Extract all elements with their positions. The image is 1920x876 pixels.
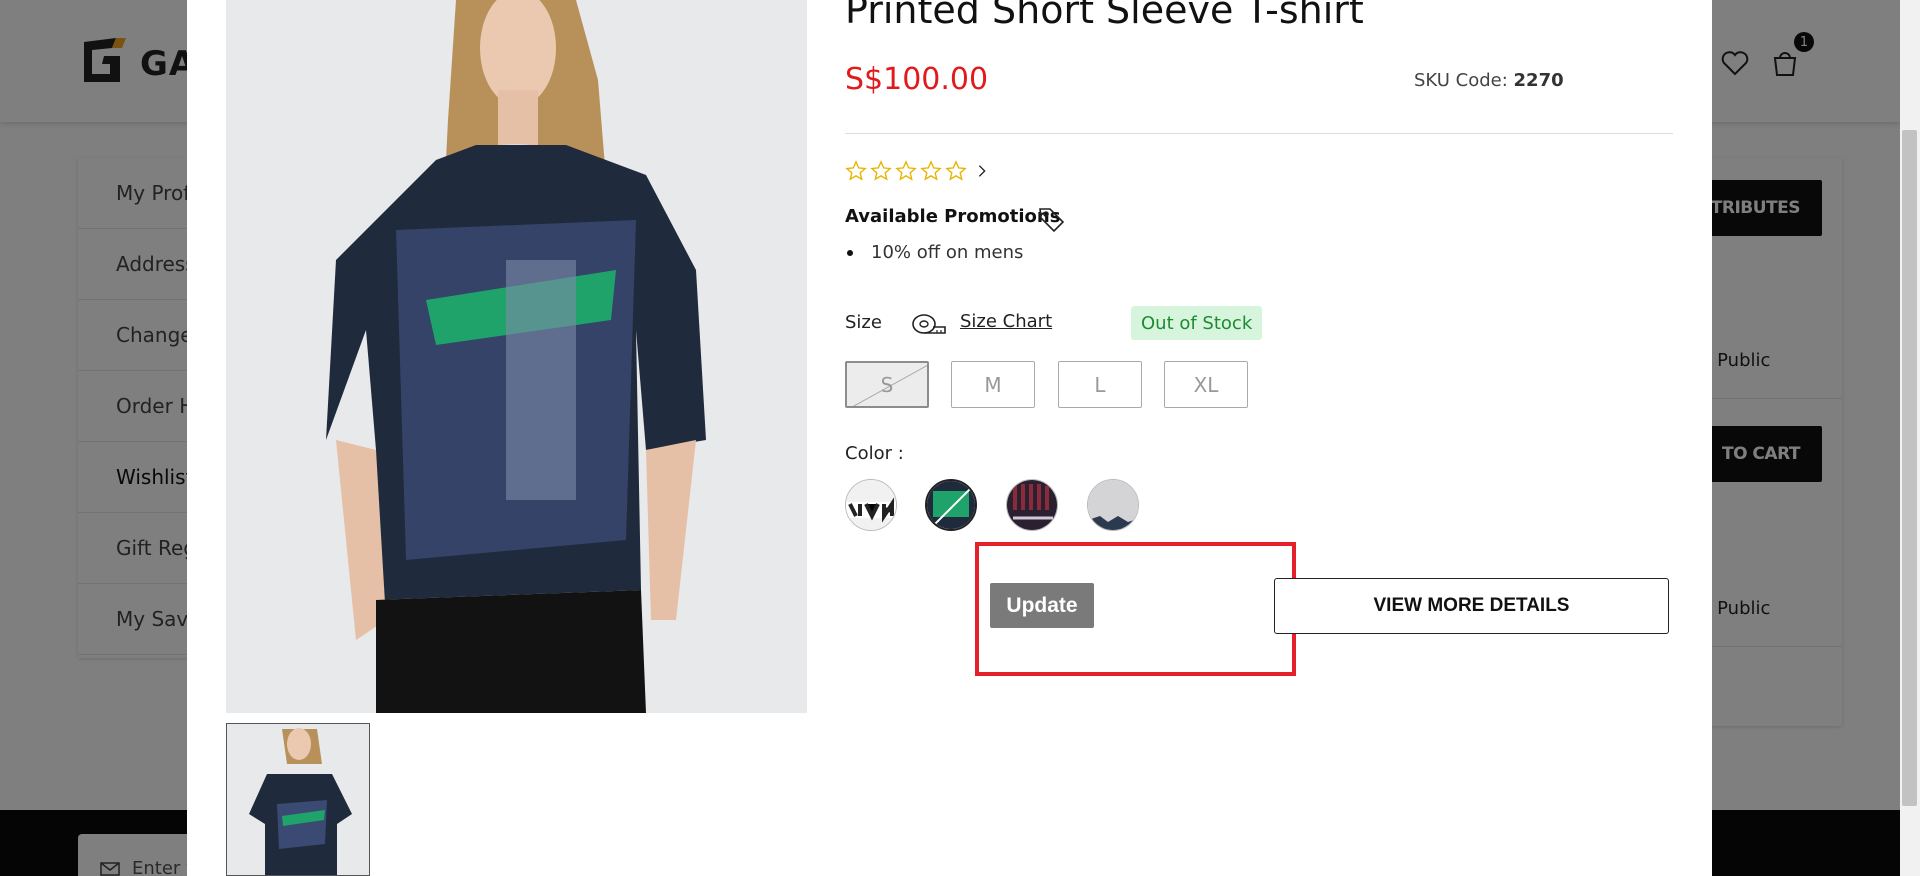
product-price: S$100.00 [845, 62, 989, 97]
stock-status-badge: Out of Stock [1131, 306, 1263, 340]
rating-stars[interactable] [845, 160, 990, 182]
color-swatch-maroon-print[interactable] [1006, 479, 1058, 531]
view-more-details-button[interactable]: VIEW MORE DETAILS [1274, 578, 1669, 634]
sku-code: SKU Code: 2270 [1414, 70, 1564, 91]
chevron-right-icon[interactable] [974, 163, 990, 179]
color-swatch-white-print[interactable] [845, 479, 897, 531]
product-thumbnail[interactable] [226, 723, 370, 876]
size-option-xl[interactable]: XL [1164, 361, 1248, 408]
color-swatch-grey-print[interactable] [1087, 479, 1139, 531]
scrollbar-thumb[interactable] [1902, 130, 1917, 806]
swatch-image [846, 480, 896, 530]
size-option-label: S [880, 372, 894, 397]
swatch-image [1088, 480, 1138, 530]
bullet [847, 249, 853, 256]
tag-icon [1039, 208, 1065, 233]
sku-label: SKU Code: [1414, 70, 1508, 91]
product-main-image [226, 0, 807, 713]
star-empty-icon [845, 160, 867, 181]
product-title: Printed Short Sleeve T-shirt [845, 0, 1364, 32]
size-label: Size [845, 312, 882, 333]
star-empty-icon [920, 160, 942, 181]
size-option-label: XL [1193, 372, 1219, 397]
measuring-tape-icon[interactable] [911, 311, 947, 337]
star-empty-icon [870, 160, 892, 181]
thumbnail-image [227, 724, 369, 875]
color-swatch-green-print[interactable] [925, 479, 977, 531]
size-option-s[interactable]: S [845, 361, 929, 408]
star-empty-icon [945, 160, 967, 181]
promotion-text: 10% off on mens [871, 242, 1024, 263]
sku-value: 2270 [1513, 70, 1564, 91]
divider [845, 133, 1673, 134]
size-option-label: M [984, 372, 1002, 397]
model-tshirt-image [226, 0, 807, 713]
promotion-item: 10% off on mens [845, 242, 1023, 263]
size-option-l[interactable]: L [1058, 361, 1142, 408]
swatch-image [1007, 480, 1057, 530]
promotions-title: Available Promotions [845, 206, 1061, 227]
update-button[interactable]: Update [990, 583, 1094, 628]
size-option-label: L [1094, 372, 1106, 397]
size-chart-link[interactable]: Size Chart [960, 311, 1052, 332]
size-option-m[interactable]: M [951, 361, 1035, 408]
star-empty-icon [895, 160, 917, 181]
color-label: Color : [845, 443, 904, 464]
